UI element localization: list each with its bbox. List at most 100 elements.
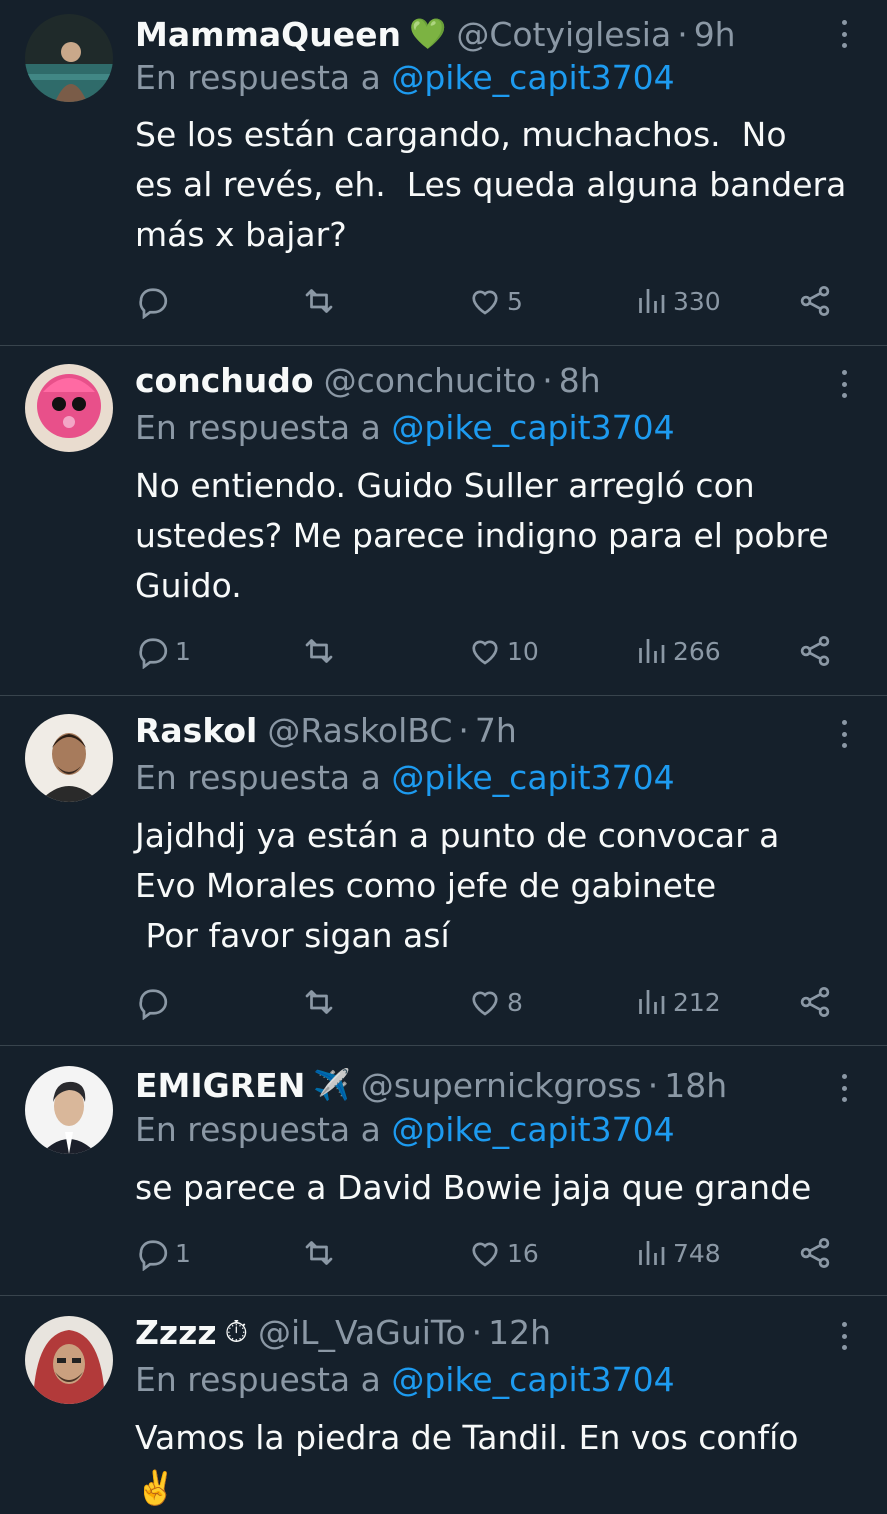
avatar[interactable] — [25, 364, 113, 452]
reply-context: En respuesta a @pike_capit3704 — [135, 758, 675, 797]
display-name[interactable]: Zzzz — [135, 1313, 217, 1352]
reply-mention-link[interactable]: @pike_capit3704 — [391, 758, 674, 797]
more-options-icon[interactable] — [832, 1316, 856, 1356]
views-icon — [639, 990, 665, 1014]
reply-button[interactable]: 1 — [135, 1233, 191, 1273]
timestamp[interactable]: 18h — [664, 1066, 727, 1105]
views-icon — [639, 1241, 665, 1265]
share-icon — [800, 1238, 830, 1268]
more-options-icon[interactable] — [832, 1068, 856, 1108]
reply-button[interactable]: 1 — [135, 631, 191, 671]
views-button[interactable]: 748 — [633, 1233, 721, 1273]
reply-count: 1 — [175, 636, 191, 666]
user-handle[interactable]: @conchucito — [324, 361, 537, 400]
view-count: 330 — [673, 286, 721, 316]
views-button[interactable]: 212 — [633, 982, 721, 1022]
timestamp[interactable]: 12h — [488, 1313, 551, 1352]
like-count: 5 — [507, 286, 523, 316]
reply-icon — [139, 288, 168, 319]
avatar[interactable] — [25, 714, 113, 802]
share-button[interactable] — [797, 631, 833, 671]
tweet[interactable]: Zzzz ⏱ @iL_VaGuiTo · 12h En respuesta a … — [0, 1296, 887, 1514]
timestamp[interactable]: 9h — [694, 15, 736, 54]
reply-icon — [139, 638, 168, 669]
separator-dot: · — [647, 1065, 659, 1105]
heart-icon — [472, 991, 498, 1016]
like-button[interactable]: 8 — [467, 982, 523, 1022]
share-button[interactable] — [797, 982, 833, 1022]
timestamp[interactable]: 7h — [475, 711, 517, 750]
reply-count: 1 — [175, 1238, 191, 1268]
like-button[interactable]: 16 — [467, 1233, 539, 1273]
reply-prefix: En respuesta a — [135, 1110, 381, 1149]
reply-feed: MammaQueen 💚 @Cotyiglesia · 9h En respue… — [0, 0, 887, 1514]
reply-context: En respuesta a @pike_capit3704 — [135, 408, 675, 447]
tweet-header: Zzzz ⏱ @iL_VaGuiTo · 12h — [135, 1309, 551, 1355]
action-bar: 5 330 — [135, 281, 835, 321]
view-count: 212 — [673, 987, 721, 1017]
like-button[interactable]: 10 — [467, 631, 539, 671]
retweet-icon — [305, 639, 333, 663]
reply-prefix: En respuesta a — [135, 408, 381, 447]
reply-mention-link[interactable]: @pike_capit3704 — [391, 1360, 674, 1399]
tweet-header: conchudo @conchucito · 8h — [135, 357, 601, 403]
display-name[interactable]: Raskol — [135, 711, 257, 750]
tweet-text: No entiendo. Guido Suller arregló con us… — [135, 466, 829, 605]
reply-button[interactable] — [135, 281, 175, 321]
avatar[interactable] — [25, 1066, 113, 1154]
view-count: 748 — [673, 1238, 721, 1268]
tweet[interactable]: EMIGREN ✈️ @supernickgross · 18h En resp… — [0, 1046, 887, 1295]
name-emoji: ⏱ — [224, 1314, 248, 1350]
share-button[interactable] — [797, 1233, 833, 1273]
tweet[interactable]: MammaQueen 💚 @Cotyiglesia · 9h En respue… — [0, 0, 887, 345]
name-emoji: ✈️ — [313, 1067, 351, 1103]
user-handle[interactable]: @supernickgross — [361, 1066, 642, 1105]
reply-mention-link[interactable]: @pike_capit3704 — [391, 408, 674, 447]
more-options-icon[interactable] — [832, 714, 856, 754]
retweet-button[interactable] — [301, 982, 337, 1022]
display-name[interactable]: EMIGREN — [135, 1066, 305, 1105]
display-name[interactable]: conchudo — [135, 361, 314, 400]
heart-icon — [472, 1242, 498, 1267]
share-button[interactable] — [797, 281, 833, 321]
retweet-button[interactable] — [301, 631, 337, 671]
reply-mention-link[interactable]: @pike_capit3704 — [391, 58, 674, 97]
name-emoji: 💚 — [408, 16, 447, 52]
reply-button[interactable] — [135, 982, 175, 1022]
user-handle[interactable]: @RaskolBC — [267, 711, 452, 750]
more-options-icon[interactable] — [832, 14, 856, 54]
views-icon — [639, 639, 665, 663]
tweet[interactable]: conchudo @conchucito · 8h En respuesta a… — [0, 346, 887, 695]
reply-prefix: En respuesta a — [135, 758, 381, 797]
user-handle[interactable]: @Cotyiglesia — [456, 15, 671, 54]
like-count: 8 — [507, 987, 523, 1017]
views-icon — [639, 289, 665, 313]
separator-dot: · — [458, 710, 469, 750]
retweet-button[interactable] — [301, 281, 337, 321]
like-button[interactable]: 5 — [467, 281, 523, 321]
reply-prefix: En respuesta a — [135, 58, 381, 97]
reply-context: En respuesta a @pike_capit3704 — [135, 58, 675, 97]
reply-context: En respuesta a @pike_capit3704 — [135, 1110, 675, 1149]
retweet-button[interactable] — [301, 1233, 337, 1273]
timestamp[interactable]: 8h — [559, 361, 601, 400]
action-bar: 8 212 — [135, 982, 835, 1022]
avatar-image — [25, 714, 113, 802]
avatar[interactable] — [25, 14, 113, 102]
like-count: 10 — [507, 636, 539, 666]
tweet-header: MammaQueen 💚 @Cotyiglesia · 9h — [135, 11, 736, 57]
separator-dot: · — [471, 1312, 483, 1352]
more-options-icon[interactable] — [832, 364, 856, 404]
reply-mention-link[interactable]: @pike_capit3704 — [391, 1110, 674, 1149]
avatar[interactable] — [25, 1316, 113, 1404]
views-button[interactable]: 266 — [633, 631, 721, 671]
user-handle[interactable]: @iL_VaGuiTo — [258, 1313, 466, 1352]
heart-icon — [472, 640, 498, 665]
avatar-image — [25, 1066, 113, 1154]
avatar-image — [25, 364, 113, 452]
display-name[interactable]: MammaQueen — [135, 15, 401, 54]
views-button[interactable]: 330 — [633, 281, 721, 321]
tweet[interactable]: Raskol @RaskolBC · 7h En respuesta a @pi… — [0, 696, 887, 1045]
share-icon — [800, 286, 830, 316]
share-icon — [800, 987, 830, 1017]
